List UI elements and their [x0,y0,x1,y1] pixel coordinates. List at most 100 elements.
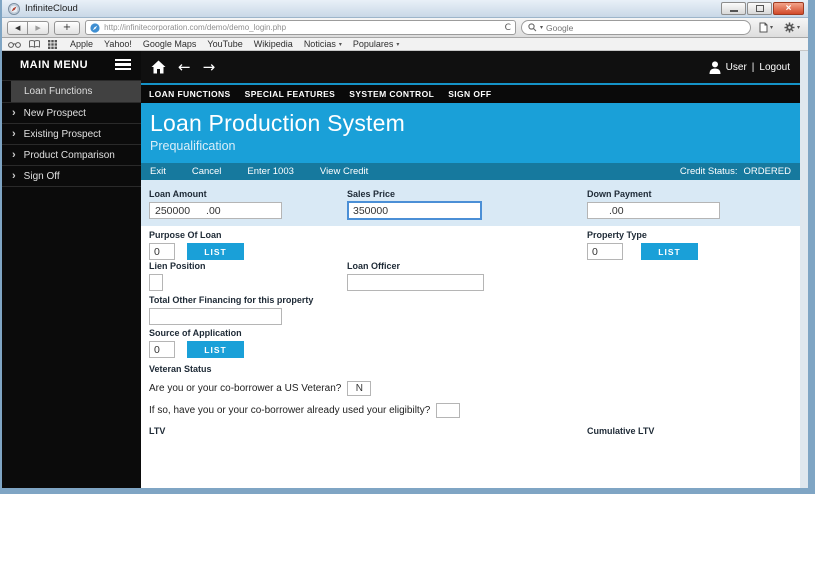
loan-amount-field: Loan Amount 250000 .00 [149,189,282,219]
veteran-question-2: If so, have you or your co-borrower alre… [149,405,431,416]
main-panel: ← → User | Logout LOAN FUNCTIONS SPECIAL… [141,51,800,488]
source-of-application-input[interactable] [149,341,175,358]
credit-status-value: ORDERED [743,166,791,177]
sales-price-field: Sales Price [347,189,482,220]
purpose-of-loan-list-button[interactable]: LIST [187,243,244,260]
sidebar-item-new-prospect[interactable]: › New Prospect [2,102,141,123]
down-payment-input[interactable]: .00 [587,202,720,219]
search-input[interactable] [545,22,744,33]
source-of-application-field: Source of Application LIST [149,328,244,358]
bookmark-noticias[interactable]: Noticias ▾ [304,39,342,49]
exit-link[interactable]: Exit [150,166,166,177]
property-type-input[interactable] [587,243,623,260]
property-type-field: Property Type LIST [587,230,698,260]
credit-status-label: Credit Status: [679,166,738,177]
menu-system-control[interactable]: SYSTEM CONTROL [349,89,434,99]
forward-button[interactable]: ▶ [28,20,49,35]
purpose-of-loan-input[interactable] [149,243,175,260]
purpose-of-loan-field: Purpose Of Loan LIST [149,230,244,260]
view-credit-link[interactable]: View Credit [320,166,368,177]
page-content: MAIN MENU Loan Functions › New Prospect … [2,51,808,488]
search-icon [528,23,537,32]
chevron-right-icon: › [12,128,16,140]
veteran-status-label: Veteran Status [149,364,212,374]
lien-position-field: Lien Position [149,261,206,291]
top-sites-grid-icon[interactable] [48,39,57,49]
sidebar-item-label: Sign Off [23,170,60,182]
logout-link[interactable]: Logout [759,62,790,73]
cancel-link[interactable]: Cancel [192,166,222,177]
source-of-application-list-button[interactable]: LIST [187,341,244,358]
bookmark-youtube[interactable]: YouTube [207,39,242,49]
scroll-gutter[interactable] [800,51,808,488]
bookmark-yahoo[interactable]: Yahoo! [104,39,132,49]
bookmark-apple[interactable]: Apple [70,39,93,49]
arrow-right-icon[interactable]: → [203,58,216,76]
main-menu-sidebar: MAIN MENU Loan Functions › New Prospect … [2,51,141,488]
sidebar-item-label: Loan Functions [24,86,93,97]
app-menu-bar: LOAN FUNCTIONS SPECIAL FEATURES SYSTEM C… [141,85,800,103]
menu-special-features[interactable]: SPECIAL FEATURES [245,89,336,99]
gear-icon [784,22,795,33]
maximize-button[interactable] [747,2,772,15]
history-buttons: ◀ ▶ [7,20,49,35]
main-menu-title: MAIN MENU [20,58,89,71]
enter-1003-link[interactable]: Enter 1003 [247,166,293,177]
browser-toolbar: ◀ ▶ + http://infinitecorporation.com/dem… [2,18,808,38]
veteran-question-2-input[interactable] [436,403,461,418]
purpose-of-loan-label: Purpose Of Loan [149,230,222,240]
veteran-question-1-input[interactable] [347,381,372,396]
close-button[interactable]: × [773,2,804,15]
user-logout-divider: | [751,61,755,73]
sidebar-item-sign-off[interactable]: › Sign Off [2,165,141,186]
action-bar: Exit Cancel Enter 1003 View Credit Credi… [141,163,800,180]
back-button[interactable]: ◀ [7,20,29,35]
menu-loan-functions[interactable]: LOAN FUNCTIONS [149,89,231,99]
prequalification-form: Loan Amount 250000 .00 Sales Price Down … [141,180,800,488]
chevron-right-icon: › [12,149,16,161]
bookmark-wikipedia[interactable]: Wikipedia [254,39,293,49]
sales-price-input[interactable] [347,201,482,220]
bookmark-google-maps[interactable]: Google Maps [143,39,197,49]
search-bar[interactable]: ▾ [520,20,751,35]
sidebar-item-label: New Prospect [23,107,86,119]
down-payment-field: Down Payment .00 [587,189,720,219]
gear-menu-button[interactable]: ▾ [781,20,803,35]
site-icon [90,22,100,33]
search-engine-caret-icon: ▾ [539,24,543,31]
home-icon[interactable] [151,60,166,74]
caret-down-icon: ▾ [338,40,342,48]
total-other-financing-input[interactable] [149,308,282,325]
hamburger-menu-icon[interactable] [115,58,131,71]
page-title: Loan Production System [150,110,405,136]
property-type-label: Property Type [587,230,647,240]
minimize-button[interactable] [721,2,746,15]
new-tab-button[interactable]: + [53,20,81,35]
reading-list-glasses-icon[interactable] [8,41,21,48]
caret-down-icon: ▾ [396,40,400,48]
total-other-financing-field: Total Other Financing for this property [149,295,313,325]
arrow-left-icon[interactable]: ← [178,58,191,76]
page-menu-button[interactable]: ▾ [756,20,776,35]
sales-price-label: Sales Price [347,189,396,199]
lien-position-input[interactable] [149,274,163,291]
bookmarks-book-icon[interactable] [29,40,40,48]
chevron-right-icon: › [12,170,16,182]
bookmark-populares[interactable]: Populares ▾ [353,39,400,49]
caret-down-icon: ▾ [796,24,800,31]
down-payment-label: Down Payment [587,189,652,199]
veteran-status-section: Veteran Status Are you or your co-borrow… [149,364,461,418]
sidebar-item-loan-functions[interactable]: Loan Functions [11,81,141,102]
menu-sign-off[interactable]: SIGN OFF [448,89,491,99]
sidebar-item-label: Product Comparison [23,149,115,161]
lien-position-label: Lien Position [149,261,206,271]
sidebar-item-product-comparison[interactable]: › Product Comparison [2,144,141,165]
reload-icon[interactable]: C [505,23,511,33]
sidebar-item-existing-prospect[interactable]: › Existing Prospect [2,123,141,144]
loan-amount-input[interactable]: 250000 .00 [149,202,282,219]
user-link[interactable]: User [726,62,747,73]
property-type-list-button[interactable]: LIST [641,243,698,260]
title-bar: InfiniteCloud × [2,0,808,18]
loan-officer-input[interactable] [347,274,484,291]
address-bar[interactable]: http://infinitecorporation.com/demo/demo… [85,20,516,35]
